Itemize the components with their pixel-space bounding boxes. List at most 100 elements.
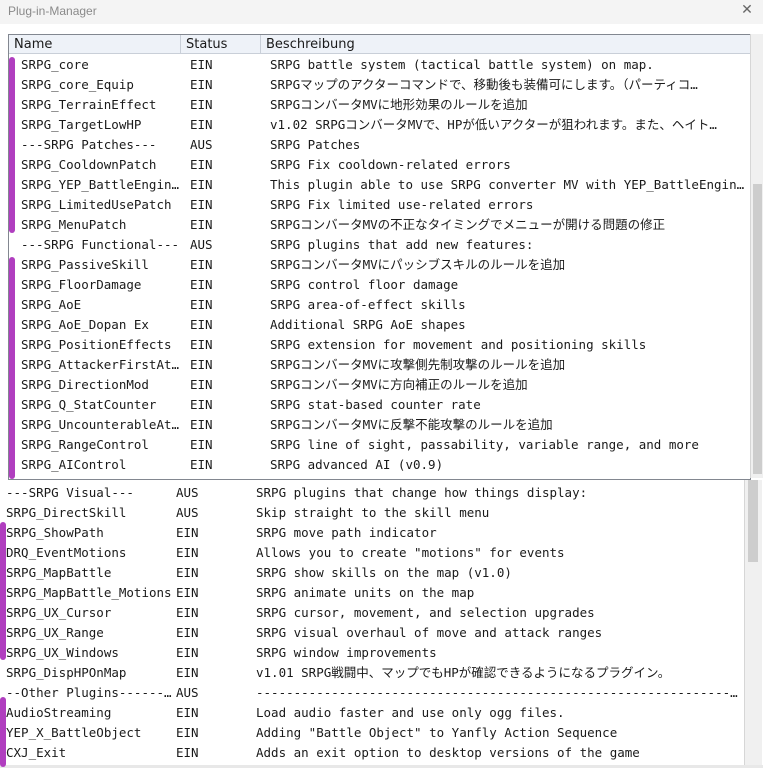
plugin-description: SRPG Fix limited use-related errors (270, 197, 534, 212)
plugin-row[interactable]: AudioStreaming EIN Load audio faster and u… (0, 702, 742, 722)
plugin-name: SRPG_CooldownPatch (21, 157, 157, 172)
top-scrollbar[interactable] (750, 34, 763, 478)
top-scrollbar-thumb[interactable] (753, 184, 762, 474)
plugin-status: EIN (190, 257, 213, 272)
plugin-name: SRPG_UX_Windows (6, 645, 119, 660)
plugin-row[interactable]: SRPG_core EIN SRPG battle system (tactical… (9, 54, 750, 74)
plugin-row[interactable]: SRPG_MapBattle_Motions EIN SRPG animate un… (0, 582, 742, 602)
plugin-name: SRPG_DirectionMod (21, 377, 149, 392)
column-status-header[interactable]: Status (181, 35, 261, 53)
plugin-row[interactable]: SRPG_DispHPOnMap EIN v1.01 SRPG戦闘中、マップでもHP… (0, 662, 742, 682)
plugin-row[interactable]: SRPG_TargetLowHP EIN v1.02 SRPGコンバータMVで、HP… (9, 114, 750, 134)
plugin-name: --Other Plugins-------- (6, 685, 174, 700)
plugin-row[interactable]: SRPG_YEP_BattleEngine… EIN This plugin abl… (9, 174, 750, 194)
plugin-row[interactable]: SRPG_core_Equip EIN SRPGマップのアクターコマンドで、移動後も… (9, 74, 750, 94)
plugin-rows-bottom: ---SRPG Visual--- AUS SRPG plugins that ch… (0, 482, 742, 762)
plugin-description: Adding "Battle Object" to Yanfly Action … (256, 725, 618, 740)
plugin-description: Additional SRPG AoE shapes (270, 317, 466, 332)
plugin-description: v1.02 SRPGコンバータMVで、HPが低いアクターが狙われます。また、ヘイ… (270, 117, 717, 132)
plugin-name: SRPG_UX_Cursor (6, 605, 112, 620)
plugin-row[interactable]: SRPG_DirectSkill AUS Skip straight to the … (0, 502, 742, 522)
plugin-list-top[interactable]: Name Status Beschreibung SRPG_core EIN SRP… (8, 34, 751, 480)
plugin-row[interactable]: SRPG_PassiveSkill EIN SRPGコンバータMVにパッシブスキルの… (9, 254, 750, 274)
plugin-row[interactable]: SRPG_AIControl EIN SRPG advanced AI (v0.9) (9, 454, 750, 474)
plugin-name: SRPG_AIControl (21, 457, 127, 472)
window-title: Plug-in-Manager (8, 4, 97, 18)
plugin-name: SRPG_core_Equip (21, 77, 134, 92)
plugin-name: SRPG_UX_Range (6, 625, 104, 640)
plugin-description: SRPG animate units on the map (256, 585, 475, 600)
plugin-name: SRPG_DirectSkill (6, 505, 127, 520)
plugin-name: SRPG_YEP_BattleEngine… (21, 177, 181, 192)
plugin-row[interactable]: SRPG_PositionEffects EIN SRPG extension fo… (9, 334, 750, 354)
plugin-row[interactable]: SRPG_AoE_Dopan Ex EIN Additional SRPG AoE … (9, 314, 750, 334)
plugin-row[interactable]: DRQ_EventMotions EIN Allows you to create … (0, 542, 742, 562)
plugin-row[interactable]: SRPG_RangeControl EIN SRPG line of sight, … (9, 434, 750, 454)
plugin-row[interactable]: SRPG_AttackerFirstAtt… EIN SRPGコンバータMVに攻撃側… (9, 354, 750, 374)
plugin-row[interactable]: CXJ_Exit EIN Adds an exit option to deskto… (0, 742, 742, 762)
plugin-row[interactable]: SRPG_UX_Cursor EIN SRPG cursor, movement, … (0, 602, 742, 622)
plugin-name: ---SRPG Visual--- (6, 485, 134, 500)
plugin-row[interactable]: SRPG_DirectionMod EIN SRPGコンバータMVに方向補正のルール… (9, 374, 750, 394)
plugin-status: AUS (176, 685, 199, 700)
plugin-row[interactable]: SRPG_Q_StatCounter EIN SRPG stat-based cou… (9, 394, 750, 414)
plugin-description: SRPG Patches (270, 137, 361, 152)
plugin-description: SRPGコンバータMVに地形効果のルールを追加 (270, 97, 528, 112)
group-marker (9, 57, 15, 173)
plugin-description: Load audio faster and use only ogg files… (256, 705, 565, 720)
plugin-row[interactable]: SRPG_TerrainEffect EIN SRPGコンバータMVに地形効果のルー… (9, 94, 750, 114)
plugin-row[interactable]: ---SRPG Functional--- AUS SRPG plugins tha… (9, 234, 750, 254)
plugin-status: EIN (190, 97, 213, 112)
plugin-row[interactable]: --Other Plugins-------- AUS --------------… (0, 682, 742, 702)
plugin-row[interactable]: SRPG_UncounterableAtt… EIN SRPGコンバータMVに反撃不… (9, 414, 750, 434)
plugin-name: SRPG_MenuPatch (21, 217, 127, 232)
plugin-row[interactable]: SRPG_LimitedUsePatch EIN SRPG Fix limited … (9, 194, 750, 214)
plugin-description: v1.01 SRPG戦闘中、マップでもHPが確認できるようになるプラグイン。 (256, 665, 671, 680)
plugin-status: EIN (176, 725, 199, 740)
plugin-row[interactable]: SRPG_UX_Range EIN SRPG visual overhaul of … (0, 622, 742, 642)
plugin-description: SRPG plugins that add new features: (270, 237, 534, 252)
plugin-row[interactable]: SRPG_CooldownPatch EIN SRPG Fix cooldown-r… (9, 154, 750, 174)
plugin-row[interactable]: SRPG_AoE EIN SRPG area-of-effect skills (9, 294, 750, 314)
plugin-description: SRPG area-of-effect skills (270, 297, 466, 312)
plugin-description: ----------------------------------------… (256, 685, 740, 700)
plugin-status: EIN (176, 525, 199, 540)
plugin-status: EIN (190, 317, 213, 332)
plugin-row[interactable]: SRPG_MenuPatch EIN SRPGコンバータMVの不正なタイミングでメニ… (9, 214, 750, 234)
plugin-name: YEP_X_BattleObject (6, 725, 142, 740)
plugin-description: Skip straight to the skill menu (256, 505, 490, 520)
plugin-name: SRPG_UncounterableAtt… (21, 417, 181, 432)
plugin-status: EIN (176, 665, 199, 680)
plugin-name: SRPG_MapBattle (6, 565, 112, 580)
plugin-description: SRPGコンバータMVに攻撃側先制攻撃のルールを追加 (270, 357, 566, 372)
plugin-row[interactable]: ---SRPG Patches--- AUS SRPG Patches (9, 134, 750, 154)
plugin-row[interactable]: SRPG_UX_Windows EIN SRPG window improvemen… (0, 642, 742, 662)
group-marker (0, 697, 6, 767)
plugin-status: EIN (176, 625, 199, 640)
plugin-status: EIN (176, 745, 199, 760)
plugin-name: SRPG_AoE_Dopan Ex (21, 317, 149, 332)
plugin-status: EIN (190, 277, 213, 292)
plugin-description: Allows you to create "motions" for event… (256, 545, 565, 560)
plugin-row[interactable]: YEP_X_BattleObject EIN Adding "Battle Obje… (0, 722, 742, 742)
plugin-name: SRPG_PassiveSkill (21, 257, 149, 272)
plugin-row[interactable]: SRPG_ShowPath EIN SRPG move path indicator (0, 522, 742, 542)
plugin-status: EIN (190, 417, 213, 432)
plugin-row[interactable]: ---SRPG Visual--- AUS SRPG plugins that ch… (0, 482, 742, 502)
plugin-description: SRPG visual overhaul of move and attack … (256, 625, 603, 640)
plugin-name: SRPG_PositionEffects (21, 337, 172, 352)
bottom-scrollbar[interactable] (744, 480, 762, 768)
bottom-scrollbar-thumb[interactable] (748, 480, 758, 562)
plugin-status: EIN (176, 565, 199, 580)
plugin-row[interactable]: SRPG_MapBattle EIN SRPG show skills on the… (0, 562, 742, 582)
plugin-status: EIN (190, 337, 213, 352)
plugin-name: ---SRPG Patches--- (21, 137, 157, 152)
column-name-header[interactable]: Name (9, 35, 181, 53)
close-icon[interactable]: ✕ (733, 0, 761, 22)
column-description-header[interactable]: Beschreibung (261, 35, 750, 53)
plugin-name: SRPG_MapBattle_Motions (6, 585, 172, 600)
plugin-status: EIN (190, 177, 213, 192)
plugin-name: SRPG_DispHPOnMap (6, 665, 127, 680)
plugin-description: SRPG advanced AI (v0.9) (270, 457, 444, 472)
plugin-row[interactable]: SRPG_FloorDamage EIN SRPG control floor da… (9, 274, 750, 294)
